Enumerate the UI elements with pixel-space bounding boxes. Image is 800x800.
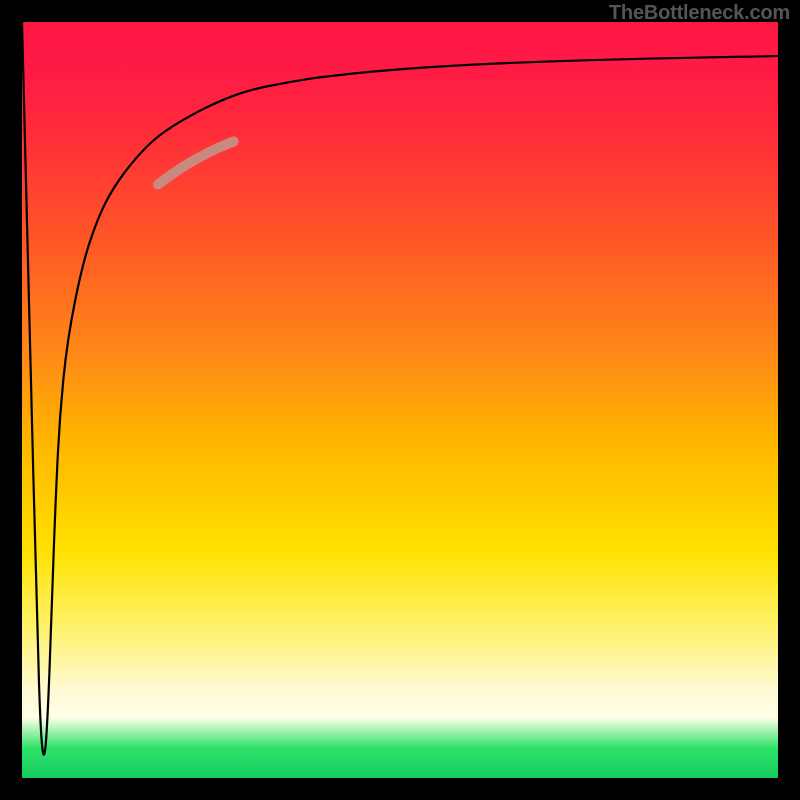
bottleneck-curve bbox=[22, 22, 778, 755]
chart-svg bbox=[22, 22, 778, 778]
highlight-segment bbox=[158, 141, 234, 184]
watermark-text: TheBottleneck.com bbox=[609, 2, 790, 25]
chart-curve-group bbox=[22, 22, 778, 755]
